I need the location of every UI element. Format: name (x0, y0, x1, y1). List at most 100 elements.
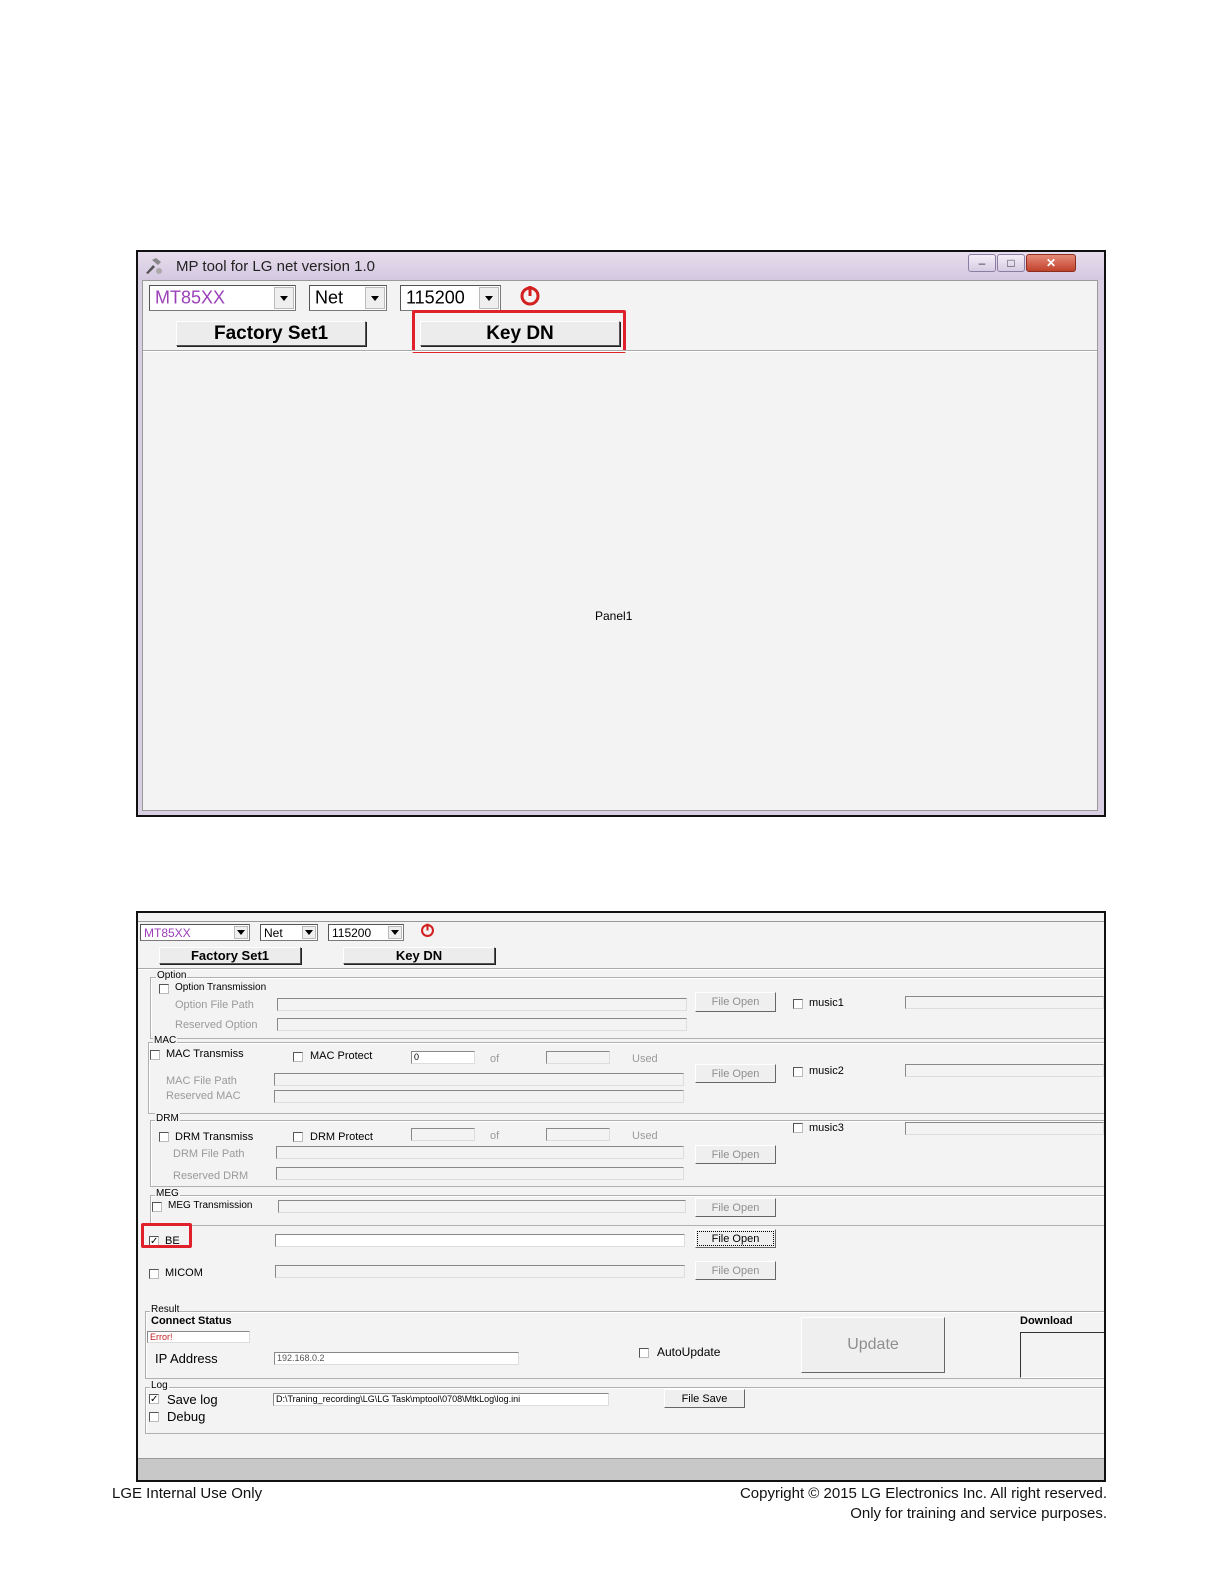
drm-transmiss-checkbox[interactable] (159, 1132, 169, 1142)
mac-reserved-field[interactable] (274, 1090, 684, 1103)
mac-file-open-button[interactable]: File Open (695, 1064, 776, 1083)
option-group-label: Option (156, 970, 188, 981)
drm-transmiss-label: DRM Transmiss (175, 1131, 254, 1143)
micom-file-open-button[interactable]: File Open (695, 1261, 776, 1280)
baud-combo[interactable]: 115200 (328, 924, 404, 941)
maximize-button[interactable]: □ (997, 254, 1025, 272)
music1-checkbox[interactable] (793, 999, 803, 1009)
factory-set1-button[interactable]: Factory Set1 (159, 947, 301, 964)
type-combo[interactable]: Net (260, 924, 318, 941)
chevron-down-icon[interactable] (234, 926, 248, 939)
music3-label: music3 (809, 1122, 844, 1134)
chevron-down-icon[interactable] (302, 926, 316, 939)
chevron-down-icon[interactable] (479, 287, 499, 309)
separator (138, 968, 1104, 970)
micom-label: MICOM (165, 1267, 203, 1279)
client-area: MT85XX Net 115200 Factory Set1 Key DN Pa… (142, 280, 1098, 811)
chevron-down-icon[interactable] (365, 287, 385, 309)
option-reserved-field[interactable] (277, 1018, 687, 1031)
drm-file-open-button[interactable]: File Open (695, 1145, 776, 1164)
music3-field[interactable] (905, 1122, 1104, 1135)
key-dn-button[interactable]: Key DN (343, 947, 495, 964)
option-file-path-field[interactable] (277, 998, 687, 1011)
close-button[interactable]: ✕ (1026, 254, 1076, 272)
connection-status-icon (520, 286, 540, 306)
music2-checkbox[interactable] (793, 1067, 803, 1077)
window-title: MP tool for LG net version 1.0 (176, 258, 375, 275)
option-reserved-label: Reserved Option (175, 1019, 258, 1031)
drm-file-path-label: DRM File Path (173, 1148, 245, 1160)
debug-checkbox[interactable] (149, 1412, 159, 1422)
footer-copyright: Copyright © 2015 LG Electronics Inc. All… (739, 1485, 1107, 1502)
update-button[interactable]: Update (801, 1317, 945, 1373)
drm-group-label: DRM (155, 1113, 180, 1124)
mac-transmiss-label: MAC Transmiss (166, 1048, 244, 1060)
micom-path-field[interactable] (275, 1265, 685, 1278)
separator (143, 350, 1097, 352)
micom-checkbox[interactable] (149, 1269, 159, 1279)
drm-protect-label: DRM Protect (310, 1131, 373, 1143)
option-file-path-label: Option File Path (175, 999, 254, 1011)
connection-status-icon (421, 923, 434, 937)
drm-reserved-label: Reserved DRM (173, 1170, 249, 1182)
baud-combo[interactable]: 115200 (400, 285, 501, 311)
chevron-down-icon[interactable] (274, 287, 294, 309)
mac-count-field[interactable]: 0 (411, 1051, 475, 1064)
chevron-down-icon[interactable] (388, 926, 402, 939)
music2-label: music2 (809, 1065, 844, 1077)
mac-total-field[interactable] (546, 1051, 610, 1064)
autoupdate-checkbox[interactable] (639, 1348, 649, 1358)
download-progress (1020, 1332, 1104, 1378)
drm-protect-checkbox[interactable] (293, 1132, 303, 1142)
footer-purpose: Only for training and service purposes. (850, 1505, 1107, 1522)
drm-reserved-field[interactable] (276, 1167, 684, 1180)
type-combo[interactable]: Net (309, 285, 387, 311)
be-path-field[interactable] (275, 1234, 685, 1247)
be-file-open-button[interactable]: File Open (695, 1229, 776, 1248)
save-log-label: Save log (167, 1392, 218, 1407)
app-icon (146, 258, 162, 274)
music1-field[interactable] (905, 996, 1104, 1009)
baud-combo-value: 115200 (332, 925, 372, 940)
minimize-button[interactable]: – (968, 254, 996, 272)
panel-caption: Panel1 (595, 609, 633, 623)
mac-file-path-field[interactable] (274, 1073, 684, 1086)
ip-address-field[interactable]: 192.168.0.2 (274, 1352, 519, 1365)
mac-protect-checkbox[interactable] (293, 1052, 303, 1062)
factory-set1-button[interactable]: Factory Set1 (176, 321, 366, 346)
option-file-open-button[interactable]: File Open (695, 992, 776, 1012)
log-path-field[interactable]: D:\Traning_recording\LG\LG Task\mptool\0… (273, 1393, 609, 1406)
drm-total-field[interactable] (546, 1128, 610, 1141)
debug-label: Debug (167, 1409, 206, 1424)
file-save-button[interactable]: File Save (664, 1389, 745, 1408)
log-group-label: Log (150, 1380, 169, 1391)
key-dn-highlight (412, 310, 626, 353)
mac-group-label: MAC (153, 1035, 178, 1046)
drm-file-path-field[interactable] (276, 1146, 684, 1159)
drm-of-label: of (490, 1130, 500, 1142)
autoupdate-label: AutoUpdate (657, 1345, 721, 1359)
drm-count-field[interactable] (411, 1128, 475, 1141)
type-combo-value: Net (264, 925, 283, 940)
baud-combo-value: 115200 (406, 287, 465, 308)
save-log-checkbox[interactable]: ✓ (149, 1394, 159, 1405)
title-bar: MP tool for LG net version 1.0 – □ ✕ (138, 252, 1104, 280)
option-transmission-checkbox[interactable] (159, 984, 169, 994)
connect-status-label: Connect Status (151, 1315, 232, 1327)
download-label: Download (1020, 1315, 1073, 1327)
mac-transmiss-checkbox[interactable] (150, 1050, 160, 1060)
mac-file-path-label: MAC File Path (166, 1075, 237, 1087)
mp-tool-window-expanded: MT85XX Net 115200 Factory Set1 Key DN Op… (136, 911, 1106, 1482)
meg-transmission-checkbox[interactable] (152, 1202, 162, 1212)
status-bar (138, 1458, 1104, 1480)
meg-path-field[interactable] (278, 1200, 686, 1213)
chip-combo[interactable]: MT85XX (140, 924, 250, 941)
music3-checkbox[interactable] (793, 1123, 803, 1133)
mp-tool-window-large: MP tool for LG net version 1.0 – □ ✕ MT8… (136, 250, 1106, 817)
mac-of-label: of (490, 1053, 500, 1065)
footer-internal-use: LGE Internal Use Only (112, 1485, 263, 1502)
chip-combo[interactable]: MT85XX (149, 285, 296, 311)
meg-file-open-button[interactable]: File Open (695, 1198, 776, 1217)
meg-transmission-label: MEG Transmission (168, 1200, 253, 1211)
music2-field[interactable] (905, 1064, 1104, 1077)
